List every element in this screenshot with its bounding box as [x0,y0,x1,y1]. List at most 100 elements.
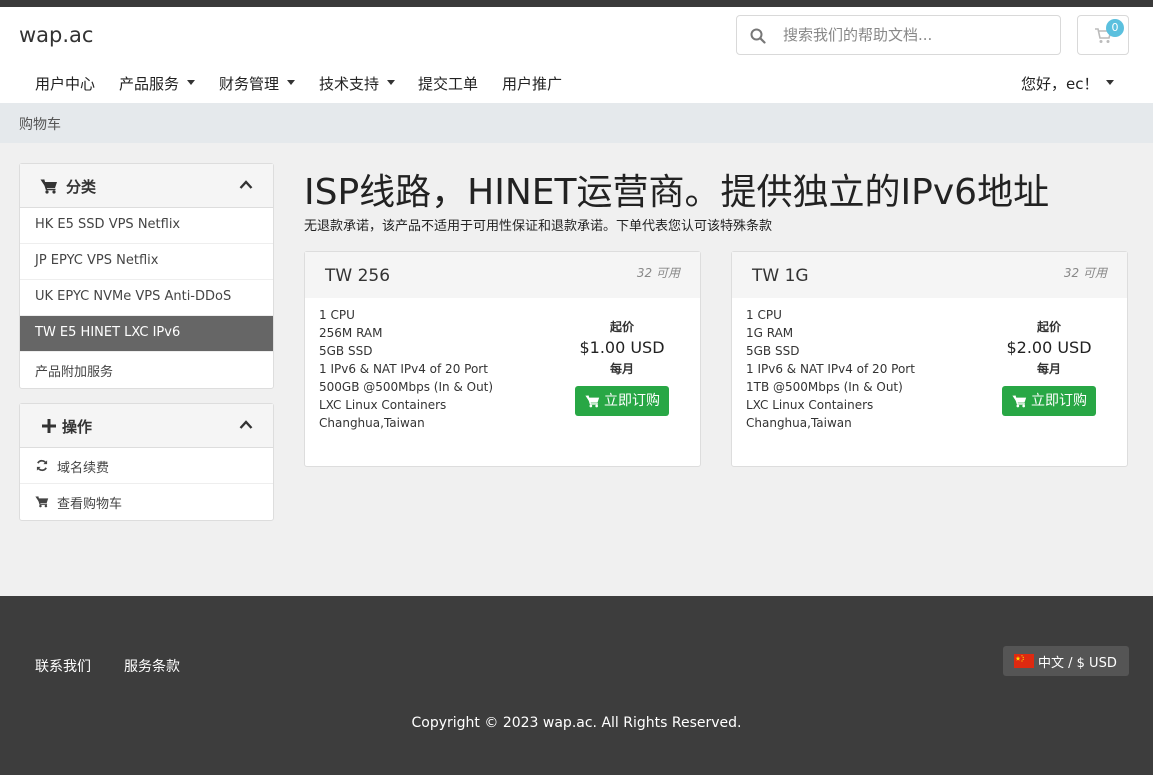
order-now-label: 立即订购 [604,393,660,409]
price-from-label: 起价 [1036,320,1061,334]
nav-billing[interactable]: 财务管理 [219,73,296,94]
category-addons[interactable]: 产品附加服务 [20,352,273,388]
main-nav: 用户中心 产品服务 财务管理 技术支持 提交工单 用户推广 您好，ec！ [0,65,1153,103]
feature-line: 1 IPv6 & NAT IPv4 of 20 Port [746,362,915,376]
site-logo[interactable]: wap.ac [19,23,93,47]
cart-button[interactable]: 0 [1077,15,1129,55]
breadcrumb: 购物车 [0,103,1153,143]
china-flag-icon [1014,654,1034,668]
page-title: ISP线路，HINET运营商。提供独立的IPv6地址 [304,172,1050,213]
price-from-label: 起价 [609,320,634,334]
action-label: 查看购物车 [57,497,123,512]
product-name: TW 256 [325,266,391,286]
product-card-tw-1g: TW 1G 32 可用 1 CPU 1G RAM 5GB SSD 1 IPv6 … [731,251,1128,467]
product-features: 1 CPU 1G RAM 5GB SSD 1 IPv6 & NAT IPv4 o… [746,306,915,432]
caret-down-icon [287,80,296,85]
refresh-icon [36,459,48,472]
price-cycle: 每月 [609,362,634,376]
product-availability: 32 可用 [1063,266,1107,280]
category-label: HK E5 SSD VPS Netflix [35,217,181,232]
order-now-button[interactable]: 立即订购 [575,386,669,416]
cart-icon [1012,395,1027,408]
price-cycle: 每月 [1036,362,1061,376]
header: wap.ac 0 [0,7,1153,65]
action-label: 域名续费 [57,461,110,476]
feature-line: 1 CPU [746,308,782,322]
footer-link-contact[interactable]: 联系我们 [35,656,91,676]
product-availability: 32 可用 [636,266,680,280]
product-header: TW 256 32 可用 [305,252,700,298]
order-now-label: 立即订购 [1031,393,1087,409]
plus-icon [42,419,56,433]
chevron-up-icon[interactable] [239,418,253,432]
feature-line: Changhua,Taiwan [746,416,852,430]
feature-line: LXC Linux Containers [746,398,874,412]
search-box[interactable] [736,15,1061,55]
product-pricing: 起价 $2.00 USD 每月 立即订购 [992,318,1106,420]
footer: 联系我们 服务条款 中文 / $ USD Copyright © 2023 wa… [0,596,1153,775]
product-features: 1 CPU 256M RAM 5GB SSD 1 IPv6 & NAT IPv4… [319,306,493,432]
nav-products-label: 产品服务 [119,75,180,93]
actions-title: 操作 [62,418,93,436]
nav-affiliates[interactable]: 用户推广 [502,73,562,94]
categories-title: 分类 [66,178,97,196]
nav-products[interactable]: 产品服务 [119,73,196,94]
category-label: TW E5 HINET LXC IPv6 [35,325,181,340]
cart-icon [585,395,600,408]
action-view-cart[interactable]: 查看购物车 [20,484,273,520]
category-label: JP EPYC VPS Netflix [35,253,159,268]
category-jp-epyc[interactable]: JP EPYC VPS Netflix [20,244,273,280]
action-domain-renew[interactable]: 域名续费 [20,448,273,484]
feature-line: 1 IPv6 & NAT IPv4 of 20 Port [319,362,488,376]
product-pricing: 起价 $1.00 USD 每月 立即订购 [565,318,679,420]
feature-line: 500GB @500Mbps (In & Out) [319,380,494,394]
cart-count-badge: 0 [1106,19,1124,37]
feature-line: 256M RAM [319,326,383,340]
product-price: $2.00 USD [1006,338,1092,357]
feature-line: 1TB @500Mbps (In & Out) [746,380,903,394]
nav-support[interactable]: 技术支持 [319,73,396,94]
language-currency-label: 中文 / $ USD [1038,656,1117,671]
main-content: 分类 HK E5 SSD VPS Netflix JP EPYC VPS Net… [0,143,1153,596]
nav-support-label: 技术支持 [319,75,380,93]
copyright: Copyright © 2023 wap.ac. All Rights Rese… [411,715,742,731]
nav-submit-ticket[interactable]: 提交工单 [418,73,478,94]
product-price: $1.00 USD [579,338,665,357]
search-icon [750,28,766,44]
nav-user-menu[interactable]: 您好，ec！ [1021,73,1115,94]
actions-panel-header[interactable]: 操作 [20,404,273,448]
search-input[interactable] [783,22,1053,48]
category-hk-e5[interactable]: HK E5 SSD VPS Netflix [20,208,273,244]
product-name: TW 1G [752,266,809,286]
feature-line: 1 CPU [319,308,355,322]
product-header: TW 1G 32 可用 [732,252,1127,298]
cart-icon [40,179,57,194]
product-card-tw-256: TW 256 32 可用 1 CPU 256M RAM 5GB SSD 1 IP… [304,251,701,467]
user-greeting: 您好，ec！ [1021,75,1099,93]
actions-panel: 操作 域名续费 查看购物车 [19,403,274,521]
feature-line: 5GB SSD [319,344,373,358]
cart-icon [35,496,49,508]
caret-down-icon [387,80,396,85]
categories-panel: 分类 HK E5 SSD VPS Netflix JP EPYC VPS Net… [19,163,274,389]
breadcrumb-current: 购物车 [19,117,61,133]
order-now-button[interactable]: 立即订购 [1002,386,1096,416]
feature-line: 1G RAM [746,326,794,340]
chevron-up-icon[interactable] [239,178,253,192]
category-uk-epyc[interactable]: UK EPYC NVMe VPS Anti-DDoS [20,280,273,316]
top-strip [0,0,1153,7]
feature-line: Changhua,Taiwan [319,416,425,430]
caret-down-icon [1106,80,1115,85]
category-label: 产品附加服务 [35,365,114,380]
footer-link-terms[interactable]: 服务条款 [124,656,180,676]
categories-panel-header[interactable]: 分类 [20,164,273,208]
feature-line: 5GB SSD [746,344,800,358]
feature-line: LXC Linux Containers [319,398,447,412]
caret-down-icon [187,80,196,85]
page-subtitle: 无退款承诺，该产品不适用于可用性保证和退款承诺。下单代表您认可该特殊条款 [304,219,773,234]
category-tw-e5-active[interactable]: TW E5 HINET LXC IPv6 [20,316,273,352]
category-label: UK EPYC NVMe VPS Anti-DDoS [35,289,232,304]
language-currency-button[interactable]: 中文 / $ USD [1003,646,1129,676]
nav-user-center[interactable]: 用户中心 [35,73,95,94]
nav-billing-label: 财务管理 [219,75,280,93]
